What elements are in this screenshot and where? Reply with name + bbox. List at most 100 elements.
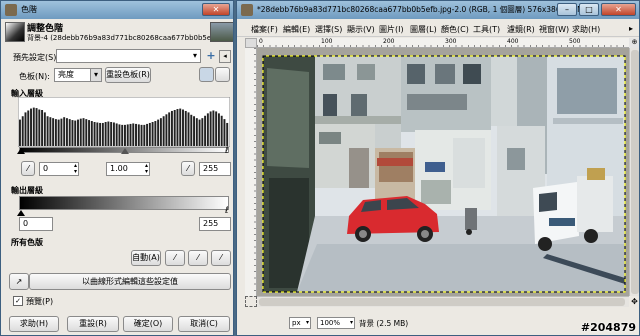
histogram-bar — [179, 108, 182, 146]
gimp-titlebar[interactable]: *28debb76b9a83d771bc80268caa677bb0b5efb.… — [237, 1, 639, 19]
histogram-bar — [162, 116, 165, 146]
levels-titlebar[interactable]: 色階 ✕ — [1, 1, 233, 19]
menu-item[interactable]: 編輯(E) — [283, 24, 310, 35]
status-text: 背景 (2.5 MB) — [359, 319, 409, 328]
unit-value: px — [292, 319, 301, 327]
reset-button[interactable]: 重設(R) — [67, 316, 119, 332]
menu-item[interactable]: 選擇(S) — [315, 24, 342, 35]
white-eyedropper-icon[interactable]: ⁄ — [181, 161, 195, 176]
output-high-field[interactable]: 255 — [199, 217, 231, 231]
histogram — [18, 97, 230, 147]
menu-item[interactable]: 工具(T) — [473, 24, 500, 35]
histogram-bar — [198, 119, 201, 146]
close-button[interactable]: ✕ — [601, 3, 636, 16]
watermark-text: #204879 — [580, 321, 636, 334]
histogram-bar — [223, 119, 226, 146]
histogram-bar — [52, 118, 55, 146]
histogram-bar — [41, 110, 44, 146]
histogram-bar — [46, 116, 49, 146]
canvas-area[interactable] — [257, 48, 629, 296]
cancel-button[interactable]: 取消(C) — [178, 316, 230, 332]
histogram-bar — [71, 120, 74, 146]
minimize-button[interactable]: – — [557, 3, 577, 16]
output-levels-title: 輸出層級 — [11, 186, 43, 195]
scroll-thumb[interactable] — [259, 298, 625, 306]
auto-button[interactable]: 自動(A) — [131, 250, 161, 266]
reset-channel-button[interactable]: 重設色板(R) — [105, 67, 151, 83]
log-histogram-icon[interactable] — [215, 67, 230, 82]
add-preset-icon[interactable]: + — [205, 49, 217, 63]
maximize-button[interactable]: □ — [579, 3, 599, 16]
histogram-bar — [60, 118, 63, 146]
histogram-bar — [170, 110, 173, 146]
output-low-field[interactable]: 0 — [19, 217, 53, 231]
input-gamma-field[interactable]: 1.00 ▴ ▾ — [106, 162, 150, 176]
channel-combo[interactable]: 亮度 ▾ — [54, 68, 102, 82]
menu-item[interactable]: 求助(H) — [572, 24, 600, 35]
gimp-app-icon — [5, 4, 17, 16]
chevron-down-icon: ▾ — [305, 319, 309, 326]
histogram-bar — [184, 110, 187, 146]
histogram-bar — [99, 122, 102, 146]
chevron-down-icon: ▾ — [90, 69, 101, 81]
histogram-bar — [79, 118, 82, 146]
preset-menu-icon[interactable]: ◂ — [219, 50, 231, 63]
menu-item[interactable]: 圖層(L) — [410, 24, 437, 35]
histogram-bar — [195, 118, 198, 146]
curves-icon[interactable]: ↗ — [9, 273, 29, 290]
black-point-handle[interactable] — [17, 148, 25, 154]
histogram-bar — [201, 118, 204, 146]
image-canvas[interactable] — [257, 48, 629, 296]
pick-gray-icon[interactable]: ⁄ — [188, 250, 208, 266]
histogram-bar — [173, 110, 176, 146]
histogram-bar — [27, 110, 30, 146]
quick-mask-icon[interactable] — [245, 296, 257, 307]
histogram-bar — [82, 118, 85, 146]
zoom-value: 100% — [320, 319, 341, 327]
input-low-field[interactable]: 0 ▴ ▾ — [39, 162, 79, 176]
zoom-combo[interactable]: 100% ▾ — [317, 317, 355, 329]
help-button[interactable]: 求助(H) — [9, 316, 59, 332]
menu-item[interactable]: 視窗(W) — [539, 24, 569, 35]
output-white-handle[interactable]: ℓ — [225, 207, 229, 216]
histogram-bar — [176, 109, 179, 146]
histogram-bar — [101, 122, 104, 146]
menu-item[interactable]: 顏色(C) — [441, 24, 469, 35]
close-button[interactable]: ✕ — [202, 3, 230, 16]
ruler-corner[interactable] — [245, 38, 257, 48]
menu-item[interactable]: 顯示(V) — [347, 24, 375, 35]
histogram-bar — [88, 120, 91, 146]
gamma-slider-handle[interactable] — [121, 148, 129, 154]
zoom-nav-icon[interactable]: ⊕ — [629, 38, 639, 48]
input-gamma-value: 1.00 — [110, 164, 128, 173]
menu-item[interactable]: 濾鏡(R) — [507, 24, 535, 35]
white-point-handle[interactable]: ℓ — [225, 147, 229, 156]
menu-arrow-icon[interactable]: ▸ — [629, 24, 633, 33]
pick-white-icon[interactable]: ⁄ — [211, 250, 231, 266]
dialog-subheading: 背景-4 (28debb76b9a83d771bc80268caa677bb0b… — [27, 34, 234, 42]
vertical-ruler[interactable] — [245, 48, 257, 296]
scroll-thumb[interactable] — [631, 50, 639, 294]
linear-histogram-icon[interactable] — [199, 67, 214, 82]
input-high-field[interactable]: 255 — [199, 162, 231, 176]
spin-icon: ▴ ▾ — [73, 162, 77, 175]
window-title: 色階 — [21, 5, 37, 14]
navigate-icon[interactable]: ✥ — [629, 296, 639, 307]
ok-button[interactable]: 確定(O) — [123, 316, 173, 332]
histogram-bar — [93, 122, 96, 146]
histogram-bar — [151, 122, 154, 146]
preview-checkbox[interactable]: ✓ — [13, 296, 23, 306]
menu-item[interactable]: 圖片(I) — [379, 24, 404, 35]
channel-value: 亮度 — [58, 70, 74, 79]
pick-black-icon[interactable]: ⁄ — [165, 250, 185, 266]
histogram-bar — [165, 114, 168, 146]
output-black-handle[interactable] — [17, 210, 25, 216]
edit-as-curves-button[interactable]: 以曲線形式編輯這些設定值 — [29, 273, 231, 290]
unit-combo[interactable]: px ▾ — [289, 317, 311, 329]
vertical-scrollbar[interactable] — [629, 48, 639, 296]
preset-combo[interactable]: ▾ — [56, 49, 201, 63]
menu-item[interactable]: 檔案(F) — [251, 24, 278, 35]
horizontal-ruler[interactable]: 0 100 200 300 400 500 — [257, 38, 629, 48]
black-eyedropper-icon[interactable]: ⁄ — [21, 161, 35, 176]
horizontal-scrollbar[interactable] — [257, 296, 629, 307]
